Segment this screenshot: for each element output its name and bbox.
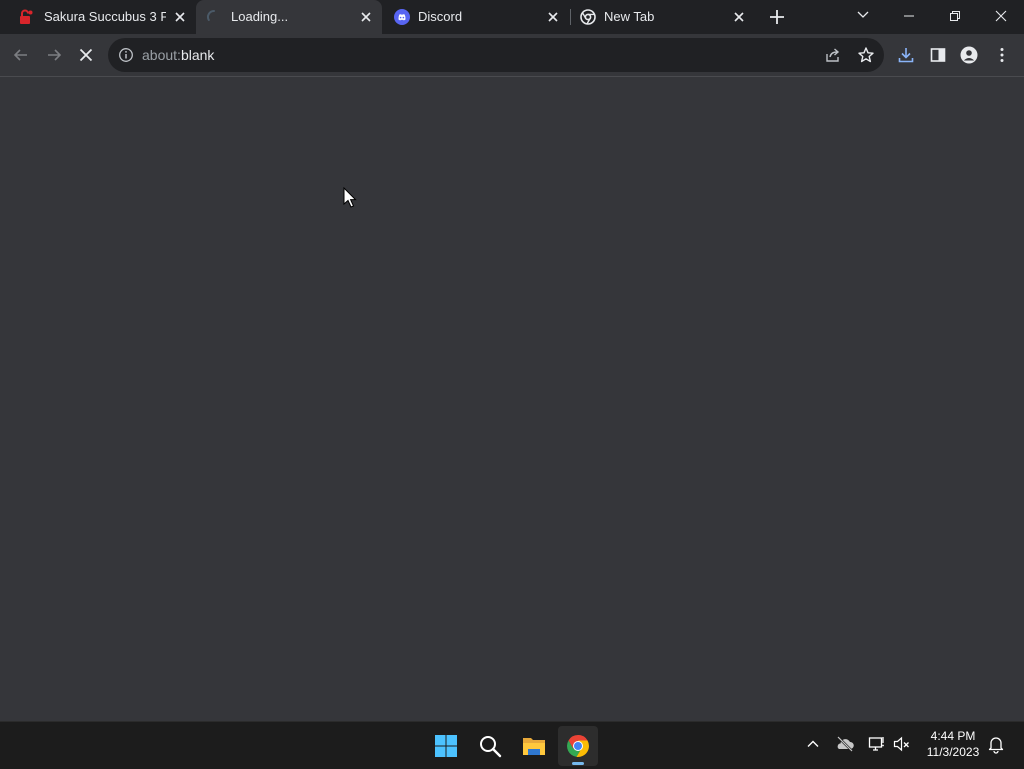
url-text[interactable]: about:blank [142,47,214,63]
tab-new-tab[interactable]: New Tab [570,0,756,34]
url-host: blank [180,47,215,63]
windows-taskbar: 4:44 PM 11/3/2023 [0,721,1024,769]
chrome-taskbar-button[interactable] [558,726,598,766]
windows-start-icon [435,735,457,757]
close-tab-icon[interactable] [358,9,374,25]
browser-toolbar: about:blank [0,34,1024,77]
tab-title: Loading... [231,9,289,24]
tab-search-chevron-icon[interactable] [853,5,873,25]
new-tab-plus-icon[interactable] [768,8,786,26]
tab-loading[interactable]: Loading... [196,0,382,34]
tab-title: Sakura Succubus 3 Free [44,9,166,24]
stop-loading-icon[interactable] [77,46,95,64]
close-tab-icon[interactable] [172,9,188,25]
clock-date: 11/3/2023 [926,745,980,759]
forward-arrow-icon[interactable] [45,46,63,64]
close-tab-icon[interactable] [545,9,561,25]
volume-muted-icon[interactable] [892,734,912,754]
loading-spinner-icon [207,10,215,21]
share-icon[interactable] [824,46,842,64]
download-icon[interactable] [897,46,915,64]
clock-time: 4:44 PM [930,729,976,743]
taskbar-search-button[interactable] [470,726,510,766]
active-app-indicator [572,762,584,765]
system-clock[interactable]: 4:44 PM 11/3/2023 [918,728,988,760]
tab-title: Discord [418,9,463,24]
close-window-icon[interactable] [991,6,1011,26]
mouse-cursor-icon [343,187,357,208]
chrome-icon [567,735,589,757]
tab-title: New Tab [604,9,655,24]
page-content [0,77,1024,721]
bookmark-star-icon[interactable] [857,46,875,64]
network-disconnected-icon[interactable] [867,734,887,754]
tab-strip: Sakura Succubus 3 Free Loading... Discor… [0,0,1024,34]
address-bar[interactable]: about:blank [108,38,884,72]
file-explorer-button[interactable] [514,726,554,766]
start-button[interactable] [426,726,466,766]
more-menu-icon[interactable] [993,46,1011,64]
minimize-icon[interactable] [899,6,919,26]
info-icon[interactable] [118,47,134,63]
search-icon [480,736,502,758]
onedrive-cloud-offline-icon[interactable] [835,734,855,754]
close-tab-icon[interactable] [731,9,747,25]
profile-avatar-icon[interactable] [960,46,978,64]
tab-sakura-succubus[interactable]: Sakura Succubus 3 Free [10,0,196,34]
notification-bell-icon[interactable] [986,734,1006,754]
discord-icon [394,9,410,25]
side-panel-icon[interactable] [929,46,947,64]
restore-icon[interactable] [945,6,965,26]
sakura-game-icon [20,9,33,24]
show-hidden-icons-chevron-icon[interactable] [803,734,823,754]
file-explorer-icon [523,738,545,755]
chrome-icon [580,9,596,25]
tab-discord[interactable]: Discord [384,0,570,34]
url-scheme: about: [142,47,181,63]
back-arrow-icon[interactable] [12,46,30,64]
